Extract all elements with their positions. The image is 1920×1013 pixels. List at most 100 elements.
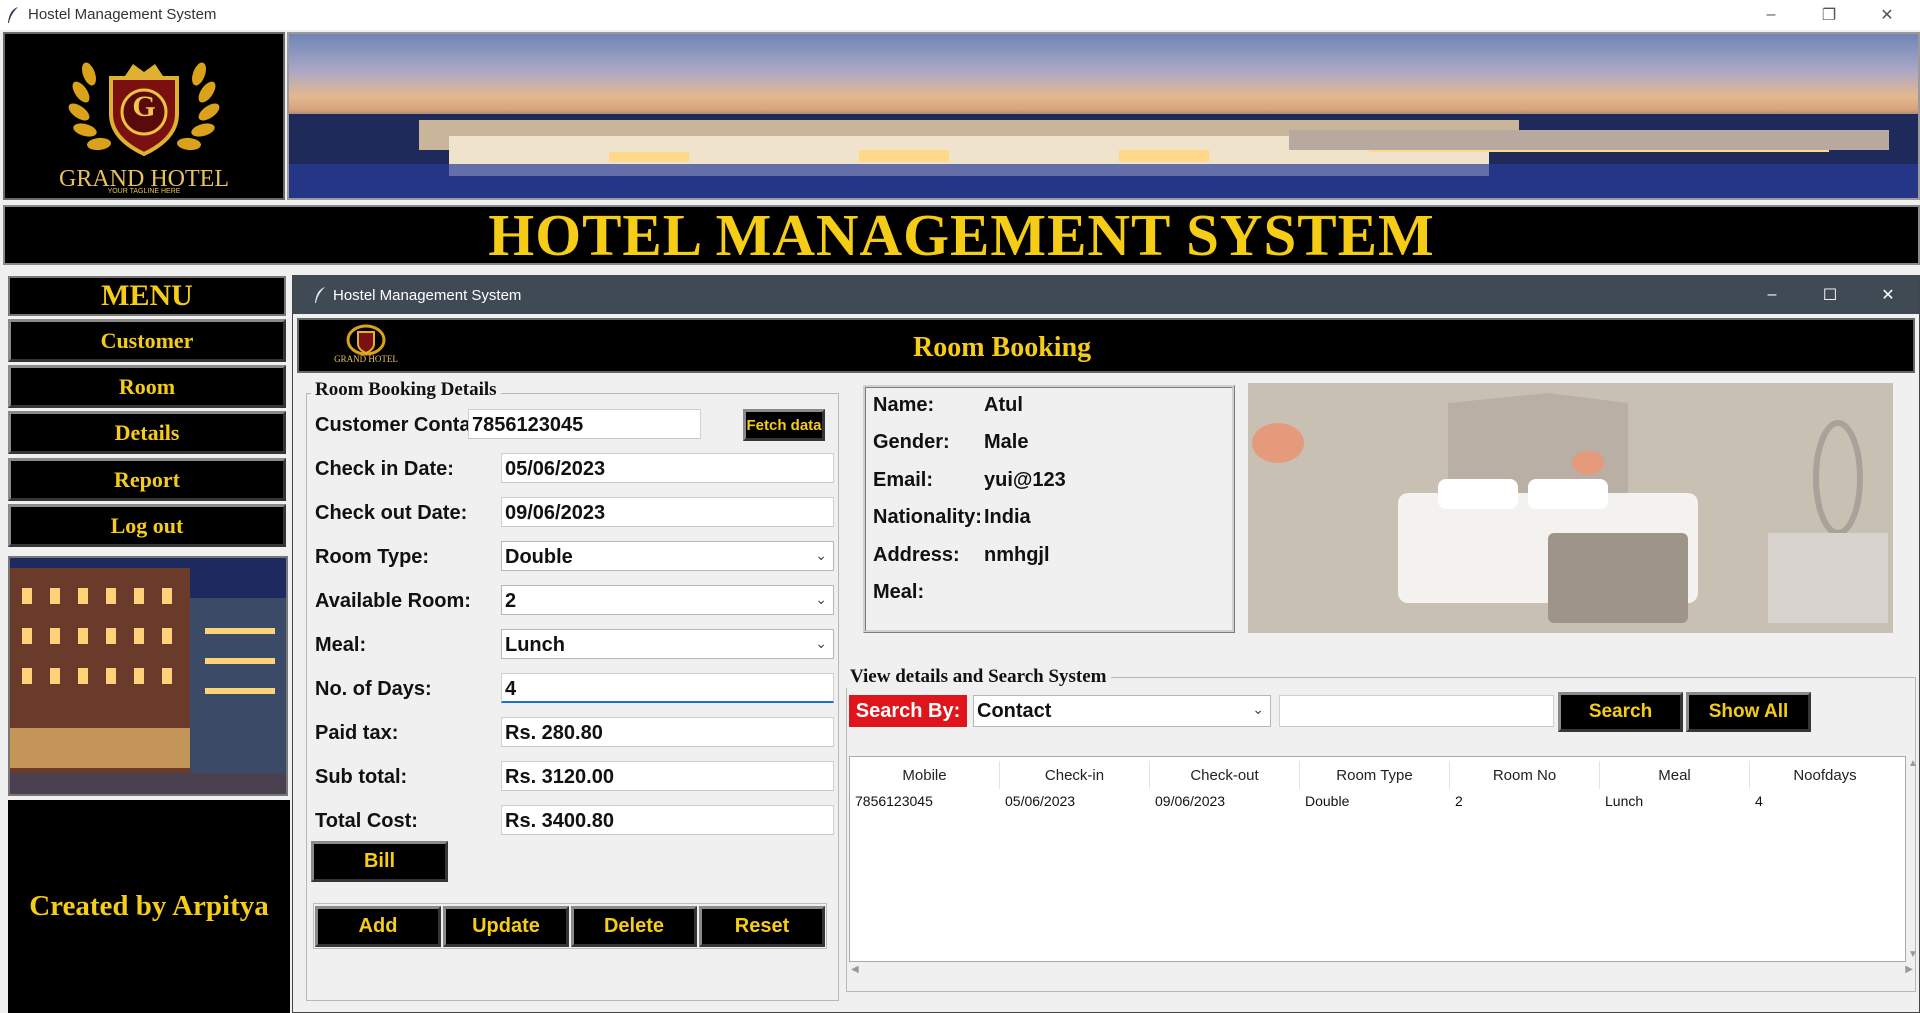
sub-total-field[interactable]: Rs. 3120.00 — [501, 761, 834, 791]
outer-window-title: Hostel Management System — [28, 6, 217, 23]
restore-button[interactable]: ❐ — [1800, 0, 1858, 30]
hotel-banner-image — [287, 32, 1920, 200]
search-by-value: Contact — [977, 700, 1052, 722]
menu-room-button[interactable]: Room — [8, 365, 286, 408]
system-title: HOTEL MANAGEMENT SYSTEM — [488, 201, 1435, 268]
meal-info-label: Meal: — [873, 581, 925, 603]
chevron-down-icon: ⌄ — [815, 591, 827, 607]
available-room-select[interactable]: 2 ⌄ — [501, 585, 834, 615]
check-in-label: Check in Date: — [315, 458, 454, 480]
days-label: No. of Days: — [315, 678, 432, 700]
child-titlebar: Hostel Management System – ☐ ✕ — [293, 276, 1919, 314]
name-value: Atul — [984, 394, 1023, 416]
fetch-data-button[interactable]: Fetch data — [743, 409, 825, 441]
meal-label: Meal: — [315, 634, 367, 656]
sub-total-label: Sub total: — [315, 766, 408, 788]
scroll-right-icon[interactable]: ▶ — [1905, 964, 1913, 975]
meal-select[interactable]: Lunch ⌄ — [501, 629, 834, 659]
booking-group-title: Room Booking Details — [311, 379, 501, 401]
column-header-room-no[interactable]: Room No — [1450, 761, 1600, 789]
show-all-button[interactable]: Show All — [1686, 692, 1811, 732]
cell-meal: Lunch — [1605, 793, 1644, 809]
vertical-scrollbar[interactable]: ▲ ▼ — [1908, 756, 1920, 962]
horizontal-scrollbar[interactable]: ◀ ▶ — [849, 964, 1915, 978]
minimize-button[interactable]: – — [1742, 0, 1800, 30]
room-type-select[interactable]: Double ⌄ — [501, 541, 834, 571]
menu-logout-button[interactable]: Log out — [8, 504, 286, 547]
paid-tax-field[interactable]: Rs. 280.80 — [501, 717, 834, 747]
email-value: yui@123 — [984, 469, 1066, 491]
menu-title: MENU — [101, 279, 193, 312]
check-out-label: Check out Date: — [315, 502, 468, 524]
cell-noofdays: 4 — [1755, 793, 1763, 809]
nationality-label: Nationality: — [873, 506, 982, 528]
scroll-down-icon[interactable]: ▼ — [1908, 949, 1918, 960]
search-by-label: Search By: — [849, 695, 967, 727]
available-room-value: 2 — [505, 590, 517, 612]
scroll-left-icon[interactable]: ◀ — [851, 964, 859, 975]
child-close-button[interactable]: ✕ — [1859, 276, 1917, 314]
available-room-label: Available Room: — [315, 590, 471, 612]
update-button[interactable]: Update — [443, 906, 569, 947]
bill-button[interactable]: Bill — [311, 841, 448, 882]
column-header-mobile[interactable]: Mobile — [850, 761, 1000, 789]
days-input[interactable]: 4 — [501, 673, 834, 703]
credit-panel: Created by Arpitya — [8, 800, 290, 1013]
scroll-up-icon[interactable]: ▲ — [1908, 758, 1918, 769]
reset-button[interactable]: Reset — [699, 906, 825, 947]
menu-heading: MENU — [8, 276, 286, 316]
check-in-input[interactable]: 05/06/2023 — [501, 453, 834, 483]
search-text-input[interactable] — [1279, 695, 1554, 727]
chevron-down-icon: ⌄ — [1252, 701, 1264, 717]
booking-table: Mobile Check-in Check-out Room Type Room… — [849, 756, 1906, 962]
room-image — [1248, 383, 1893, 633]
add-button[interactable]: Add — [315, 906, 441, 947]
column-header-meal[interactable]: Meal — [1600, 761, 1750, 789]
menu-report-button[interactable]: Report — [8, 458, 286, 501]
menu-customer-button[interactable]: Customer — [8, 319, 286, 362]
gender-label: Gender: — [873, 431, 950, 453]
close-button[interactable]: ✕ — [1858, 0, 1916, 30]
room-booking-header: GRAND HOTEL Room Booking — [297, 318, 1915, 373]
search-button[interactable]: Search — [1558, 692, 1683, 732]
cell-room-no: 2 — [1455, 793, 1463, 809]
room-type-label: Room Type: — [315, 546, 430, 568]
column-header-check-out[interactable]: Check-out — [1150, 761, 1300, 789]
gender-value: Male — [984, 431, 1029, 453]
cell-check-out: 09/06/2023 — [1155, 793, 1226, 809]
name-label: Name: — [873, 394, 935, 416]
cell-check-in: 05/06/2023 — [1005, 793, 1076, 809]
outer-titlebar: Hostel Management System – ❐ ✕ — [0, 0, 1920, 30]
hotel-logo: G GRAND HOTEL YOUR TAGLINE HERE — [3, 32, 285, 200]
total-cost-field[interactable]: Rs. 3400.80 — [501, 805, 834, 835]
customer-contact-input[interactable]: 7856123045 — [468, 409, 701, 439]
address-value: nmhgjl — [984, 544, 1050, 566]
child-minimize-button[interactable]: – — [1743, 276, 1801, 314]
child-window-title: Hostel Management System — [333, 287, 522, 304]
check-out-input[interactable]: 09/06/2023 — [501, 497, 834, 527]
menu-details-button[interactable]: Details — [8, 411, 286, 454]
chevron-down-icon: ⌄ — [815, 635, 827, 651]
nationality-value: India — [984, 506, 1031, 528]
room-type-value: Double — [505, 546, 573, 568]
child-maximize-button[interactable]: ☐ — [1801, 276, 1859, 314]
feather-app-icon — [315, 287, 325, 303]
delete-button[interactable]: Delete — [571, 906, 697, 947]
logo-letter: G — [132, 90, 156, 123]
total-cost-label: Total Cost: — [315, 810, 418, 832]
credit-text: Created by Arpitya — [29, 890, 269, 922]
feather-app-icon — [8, 7, 18, 23]
paid-tax-label: Paid tax: — [315, 722, 399, 744]
cell-mobile: 7856123045 — [855, 793, 933, 809]
email-label: Email: — [873, 469, 934, 491]
meal-value: Lunch — [505, 634, 565, 656]
room-booking-window: Hostel Management System – ☐ ✕ GRAND HOT… — [292, 275, 1920, 1013]
logo-tagline: YOUR TAGLINE HERE — [107, 188, 181, 195]
column-header-noofdays[interactable]: Noofdays — [1750, 761, 1900, 789]
address-label: Address: — [873, 544, 960, 566]
search-by-select[interactable]: Contact ⌄ — [973, 695, 1271, 727]
search-group-title: View details and Search System — [846, 666, 1111, 688]
column-header-check-in[interactable]: Check-in — [1000, 761, 1150, 789]
cell-room-type: Double — [1305, 793, 1350, 809]
column-header-room-type[interactable]: Room Type — [1300, 761, 1450, 789]
